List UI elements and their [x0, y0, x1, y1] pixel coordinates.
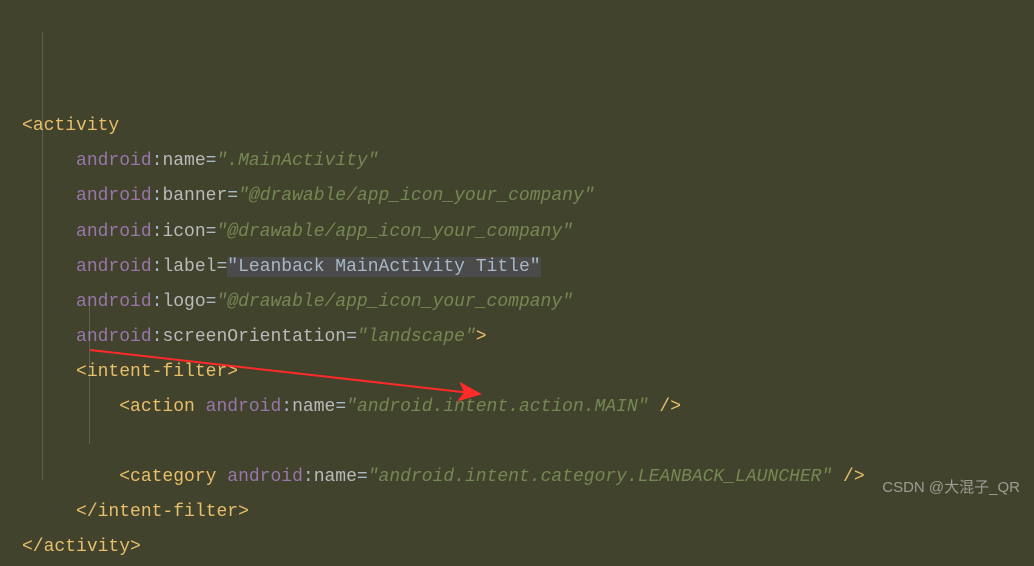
tag-activity-close: activity	[44, 537, 130, 557]
tag-intentfilter-open: intent-filter	[87, 362, 227, 382]
val-label: Leanback MainActivity Title	[238, 257, 530, 277]
val-screenorientation: landscape	[368, 327, 465, 347]
attr-label: label	[162, 257, 216, 277]
val-category-name: android.intent.category.LEANBACK_LAUNCHE…	[379, 467, 822, 487]
attr-icon: icon	[162, 222, 205, 242]
tag-category: category	[130, 467, 216, 487]
val-action-name: android.intent.action.MAIN	[357, 397, 638, 417]
val-icon: @drawable/app_icon_your_company	[227, 222, 562, 242]
attr-banner: banner	[162, 186, 227, 206]
tag-action: action	[130, 397, 195, 417]
tag-intentfilter-close: intent-filter	[98, 502, 238, 522]
val-banner: @drawable/app_icon_your_company	[249, 186, 584, 206]
watermark-text: CSDN @大混子_QR	[882, 473, 1020, 502]
tag-activity-open: activity	[33, 116, 119, 136]
attr-logo: logo	[162, 292, 205, 312]
attr-screenorientation: screenOrientation	[162, 327, 346, 347]
ns-android: android	[76, 151, 152, 171]
val-logo: @drawable/app_icon_your_company	[227, 292, 562, 312]
attr-name: name	[162, 151, 205, 171]
code-block: <activity android:name=".MainActivity" a…	[0, 0, 1034, 566]
val-name: .MainActivity	[227, 151, 367, 171]
